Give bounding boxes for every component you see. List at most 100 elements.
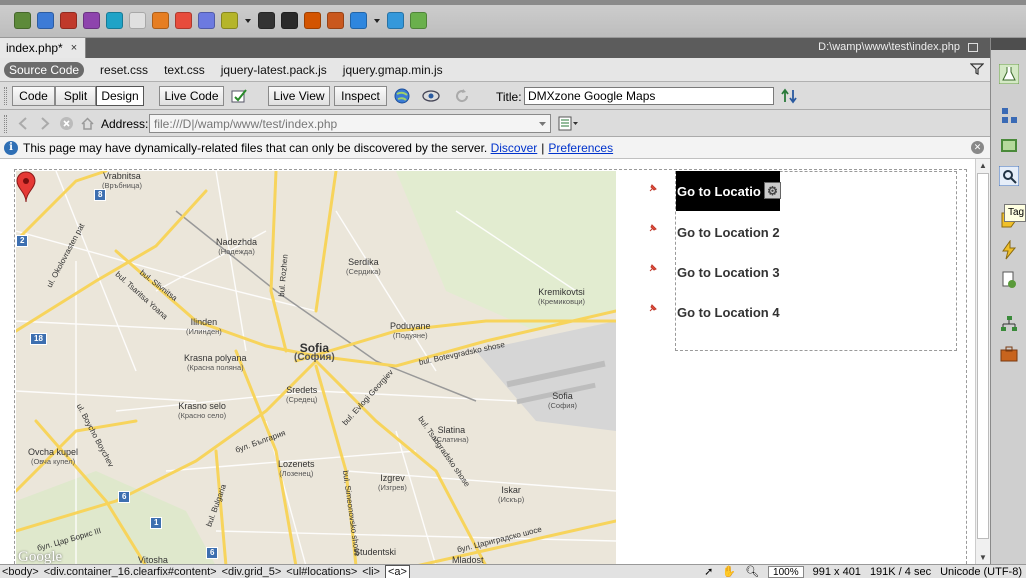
widget-icon[interactable] [106, 12, 123, 29]
road-shield: 1 [150, 517, 163, 529]
location-link-1-label: Go to Locatio [677, 183, 761, 199]
map-place-label: Nadezhda (Надежда) [216, 237, 258, 256]
download-size: 191K / 4 sec [869, 565, 932, 578]
scroll-down-icon[interactable]: ▼ [979, 553, 987, 562]
vertical-scrollbar[interactable]: ▲ ▼ [975, 159, 990, 564]
visual-aids-icon[interactable] [422, 87, 440, 105]
location-link-2[interactable]: Go to Location 2 [676, 219, 780, 245]
related-file-jquery-latest[interactable]: jquery-latest.pack.js [221, 63, 327, 77]
extensions-icon[interactable] [999, 344, 1019, 364]
location-link-1[interactable]: Go to Locatio ⚙ [676, 171, 781, 211]
discover-link[interactable]: Discover [491, 141, 538, 155]
live-code-button[interactable]: Live Code [159, 86, 224, 106]
image-icon[interactable] [60, 12, 77, 29]
comment-icon[interactable] [175, 12, 192, 29]
select-tool-icon[interactable]: ➚ [704, 565, 713, 578]
file-management-icon[interactable] [781, 87, 799, 105]
preferences-link[interactable]: Preferences [548, 141, 613, 155]
tag-selector-grid[interactable]: <div.grid_5> [222, 566, 282, 578]
tag-selector-li[interactable]: <li> [362, 566, 380, 578]
related-file-reset-css[interactable]: reset.css [100, 63, 148, 77]
tag-selector-a[interactable]: <a> [385, 564, 410, 578]
build-icon[interactable] [14, 12, 31, 29]
forward-icon[interactable] [37, 116, 52, 131]
close-info-icon[interactable]: ✕ [971, 141, 984, 154]
toolbar-grip[interactable] [4, 87, 7, 105]
address-bar: Address: [0, 110, 990, 137]
gear-icon[interactable]: ⚙ [764, 182, 781, 199]
media-icon[interactable] [83, 12, 100, 29]
page-title-input[interactable] [524, 87, 774, 105]
address-input[interactable] [149, 114, 551, 133]
design-view-button[interactable]: Design [96, 86, 144, 106]
behaviors-icon[interactable] [999, 240, 1019, 260]
chevron-down-icon[interactable] [373, 12, 381, 29]
related-file-jquery-gmap[interactable]: jquery.gmap.min.js [343, 63, 443, 77]
code-view-button[interactable]: Code [12, 86, 55, 106]
hand-tool-icon[interactable]: ✋ [722, 565, 736, 578]
swf-icon[interactable] [304, 12, 321, 29]
live-view-options-icon[interactable] [558, 116, 578, 131]
check-page-icon[interactable] [230, 87, 248, 105]
location-link-4[interactable]: Go to Location 4 [676, 299, 780, 325]
panel-dock-header [991, 38, 1026, 50]
filter-icon[interactable] [970, 62, 984, 76]
inspect-button[interactable]: Inspect [334, 86, 387, 106]
insert-div-icon[interactable] [37, 12, 54, 29]
location-link-3[interactable]: Go to Location 3 [676, 259, 780, 285]
map-marker-icon[interactable] [16, 171, 36, 203]
css-styles-icon[interactable] [999, 166, 1019, 186]
pin-icon [649, 224, 657, 232]
browser-preview-icon[interactable] [394, 87, 412, 105]
snippets-icon[interactable] [999, 270, 1019, 290]
site-map-icon[interactable] [999, 314, 1019, 334]
form-icon[interactable] [410, 12, 427, 29]
pin-icon [649, 264, 657, 272]
flash-icon[interactable] [281, 12, 298, 29]
document-tab[interactable]: index.php* × [0, 38, 86, 58]
map-place-label: Sofia (София) [548, 391, 578, 410]
close-tab-icon[interactable]: × [71, 42, 77, 54]
restore-window-icon[interactable] [968, 42, 978, 52]
address-dropdown-icon[interactable] [535, 115, 550, 132]
tag-selector-ul[interactable]: <ul#locations> [286, 566, 357, 578]
head-icon[interactable] [198, 12, 215, 29]
google-map[interactable]: Vrabnitsa (Връбница) Nadezhda (Надежда) Se… [16, 171, 616, 564]
chevron-down-icon[interactable] [244, 12, 252, 29]
tag-selector-body[interactable]: <body> [2, 566, 39, 578]
zoom-tool-icon[interactable]: 🔍︎ [745, 565, 759, 578]
map-place-label: Poduyane (Подуяне) [390, 321, 431, 340]
flask-icon[interactable] [999, 64, 1019, 84]
window-top-strip [0, 0, 1026, 5]
map-place-label: Vitosha [138, 555, 168, 564]
addressbar-grip[interactable] [4, 115, 7, 133]
document-tab-bar: index.php* × D:\wamp\www\test\index.php [0, 38, 990, 58]
scroll-up-icon[interactable]: ▲ [979, 161, 987, 170]
stop-icon[interactable] [59, 116, 74, 131]
insert-toolbar-icons [14, 12, 427, 29]
tag-chooser-icon[interactable] [327, 12, 344, 29]
status-bar: <body> <div.container_16.clearfix#conten… [0, 564, 1026, 578]
scroll-thumb[interactable] [977, 173, 989, 539]
zoom-select[interactable]: 100% [768, 565, 804, 578]
assets-panel-icon[interactable] [999, 136, 1019, 156]
templates-icon[interactable] [258, 12, 275, 29]
date-icon[interactable] [129, 12, 146, 29]
tag-selector-container[interactable]: <div.container_16.clearfix#content> [44, 566, 217, 578]
server-side-include-icon[interactable] [152, 12, 169, 29]
window-size[interactable]: 991 x 401 [813, 566, 861, 578]
refresh-icon[interactable] [453, 87, 471, 105]
address-label: Address: [101, 117, 149, 131]
table-icon[interactable] [387, 12, 404, 29]
split-view-button[interactable]: Split [55, 86, 96, 106]
image-placeholder-icon[interactable] [350, 12, 367, 29]
design-view[interactable]: Vrabnitsa (Връбница) Nadezhda (Надежда) Se… [0, 159, 975, 564]
home-icon[interactable] [80, 116, 95, 131]
source-code-button[interactable]: Source Code [4, 61, 85, 78]
back-icon[interactable] [16, 116, 31, 131]
related-file-text-css[interactable]: text.css [164, 63, 205, 77]
files-panel-icon[interactable] [999, 106, 1019, 126]
live-view-button[interactable]: Live View [268, 86, 330, 106]
panel-dock [990, 38, 1026, 564]
script-icon[interactable] [221, 12, 238, 29]
